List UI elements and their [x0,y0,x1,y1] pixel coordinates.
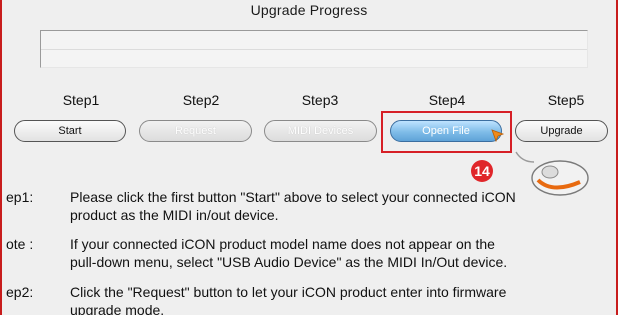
instruction-text: Click the "Request" button to let your i… [70,283,615,315]
instruction-line: upgrade mode. [70,302,165,315]
instruction-label: ep1: [6,189,34,205]
step2-label: Step2 [182,92,220,108]
instruction-line: Please click the first button "Start" ab… [70,189,516,205]
midi-devices-button[interactable]: MIDI Devices [264,120,377,142]
step5-label: Step5 [547,92,585,108]
dialog-title: Upgrade Progress [250,2,368,18]
request-button[interactable]: Request [139,120,252,142]
callout-number-badge: 14 [471,160,493,182]
instruction-text: Please click the first button "Start" ab… [70,188,615,224]
upgrade-button[interactable]: Upgrade [515,120,608,142]
instruction-label: ep2: [6,284,34,300]
progress-bar-seam [41,49,587,50]
step3-label: Step3 [301,92,339,108]
upgrade-dialog: Upgrade Progress Step1 Step2 Step3 Step4… [0,0,618,315]
orange-pointer-icon [491,129,505,143]
step4-label: Step4 [428,92,466,108]
upgrade-progress-bar [40,30,588,68]
start-button[interactable]: Start [14,120,126,142]
instruction-line: If your connected iCON product model nam… [70,236,495,252]
instruction-text: If your connected iCON product model nam… [70,235,615,271]
instruction-line: product as the MIDI in/out device. [70,207,279,223]
instruction-label: ote : [6,236,34,252]
instruction-line: pull-down menu, select "USB Audio Device… [70,254,508,270]
step1-label: Step1 [62,92,100,108]
instruction-line: Click the "Request" button to let your i… [70,284,507,300]
